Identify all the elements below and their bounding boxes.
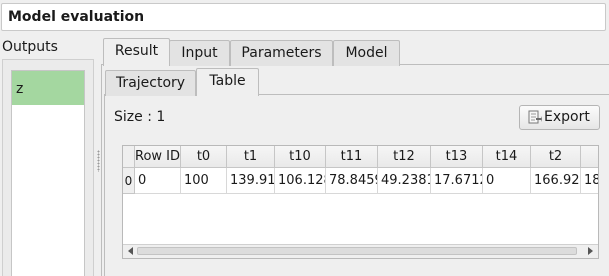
table-cell[interactable]: 106.128: [275, 168, 326, 194]
row-header[interactable]: 0: [123, 168, 135, 194]
table-cell[interactable]: 139.917: [227, 168, 275, 194]
column-header-t1[interactable]: t1: [227, 146, 275, 168]
table-cell[interactable]: 49.2381: [378, 168, 431, 194]
tab-table[interactable]: Table: [196, 68, 259, 96]
output-item-z[interactable]: z: [12, 71, 84, 105]
table-cell[interactable]: 166.922: [531, 168, 581, 194]
column-header-t14[interactable]: t14: [483, 146, 531, 168]
title-bar: Model evaluation: [0, 0, 609, 36]
outputs-list[interactable]: z: [11, 70, 85, 276]
scrollbar-thumb[interactable]: [137, 247, 577, 255]
tab-trajectory[interactable]: Trajectory: [105, 70, 196, 96]
size-label: Size : 1: [114, 109, 166, 125]
data-table[interactable]: Row ID t0 t1 t10 t11 t12 t13 t14 t2 0 0 …: [122, 145, 599, 259]
export-button[interactable]: Export: [519, 105, 600, 130]
column-header-t12[interactable]: t12: [378, 146, 431, 168]
splitter-handle[interactable]: [97, 150, 100, 172]
table-cell[interactable]: 18: [581, 168, 598, 194]
column-header-t2[interactable]: t2: [531, 146, 581, 168]
horizontal-scrollbar[interactable]: [123, 244, 598, 258]
column-header-t0[interactable]: t0: [181, 146, 227, 168]
table-cell[interactable]: 17.6712: [431, 168, 483, 194]
export-label: Export: [544, 109, 590, 125]
column-header-t13[interactable]: t13: [431, 146, 483, 168]
tab-model[interactable]: Model: [333, 40, 400, 66]
table-cell[interactable]: 100: [181, 168, 227, 194]
export-icon: [528, 110, 542, 124]
table-cell[interactable]: 78.8459: [326, 168, 378, 194]
tab-input[interactable]: Input: [169, 40, 230, 66]
table-cell[interactable]: 0: [483, 168, 531, 194]
tab-result[interactable]: Result: [103, 38, 170, 66]
tab-parameters[interactable]: Parameters: [230, 40, 333, 66]
scroll-left-icon[interactable]: [128, 247, 133, 255]
column-header-row-id[interactable]: Row ID: [135, 146, 181, 168]
table-cell[interactable]: 0: [135, 168, 181, 194]
table-corner: [123, 146, 135, 168]
window-title: Model evaluation: [1, 3, 606, 31]
column-header-partial[interactable]: [581, 146, 598, 168]
column-header-t10[interactable]: t10: [275, 146, 326, 168]
outputs-label: Outputs: [2, 39, 58, 55]
scroll-right-icon[interactable]: [588, 247, 593, 255]
column-header-t11[interactable]: t11: [326, 146, 378, 168]
